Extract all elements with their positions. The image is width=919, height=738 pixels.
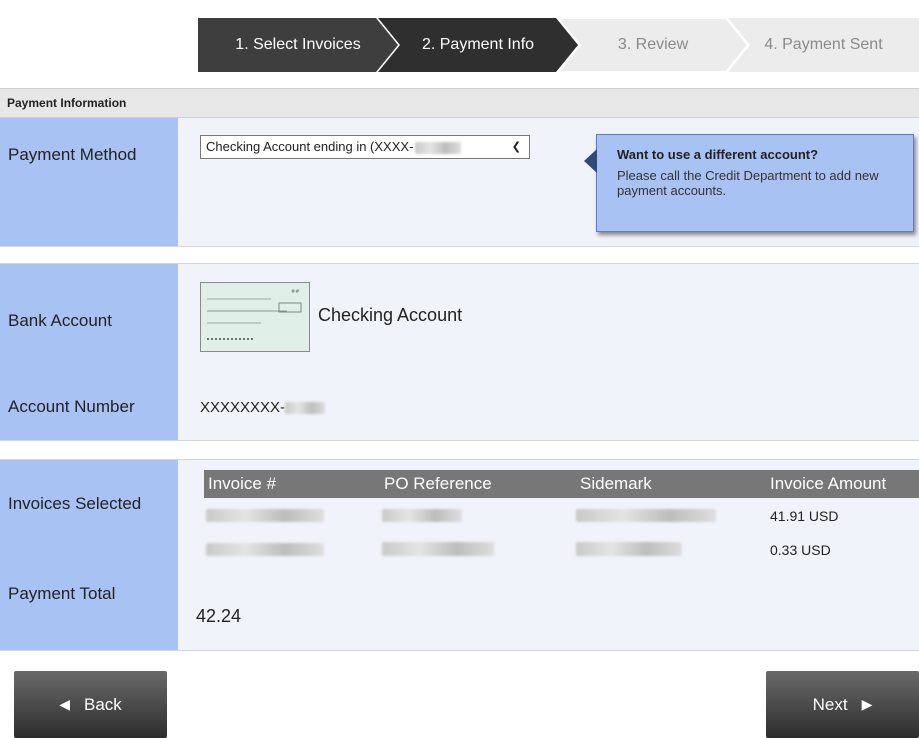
bank-account-label: Bank Account bbox=[8, 311, 112, 330]
step-payment-sent[interactable]: 4. Payment Sent bbox=[728, 18, 919, 72]
row-body-cell: Checking Account ending in (XXXX- ❮ Want… bbox=[178, 118, 919, 246]
divider bbox=[0, 650, 919, 671]
back-button-label: Back bbox=[83, 694, 122, 714]
redacted-digits bbox=[415, 141, 462, 154]
redacted-text bbox=[382, 542, 494, 557]
section-header: Payment Information bbox=[0, 88, 919, 118]
table-row-invoice-number bbox=[206, 540, 324, 556]
account-number-label: Account Number bbox=[8, 397, 135, 416]
column-header-po-reference: PO Reference bbox=[384, 474, 492, 493]
table-row-amount: 0.33 USD bbox=[770, 542, 831, 558]
table-row-po-reference bbox=[382, 506, 462, 522]
invoice-table-header: Invoice # PO Reference Sidemark Invoice … bbox=[204, 470, 919, 498]
redacted-text bbox=[206, 508, 324, 522]
row-label-cell: Account Number bbox=[0, 372, 178, 440]
table-row-amount: 41.91 USD bbox=[770, 508, 839, 524]
invoices-selected-label: Invoices Selected bbox=[8, 494, 142, 513]
redacted-digits bbox=[285, 402, 326, 415]
divider bbox=[0, 440, 919, 460]
check-image-icon: ## bbox=[200, 282, 310, 352]
redacted-text bbox=[576, 508, 716, 522]
back-button[interactable]: ◀ Back bbox=[14, 671, 167, 738]
step-label: 2. Payment Info bbox=[421, 36, 535, 53]
next-button[interactable]: Next ▶ bbox=[766, 671, 919, 738]
redacted-text bbox=[206, 542, 324, 556]
table-row-po-reference bbox=[382, 540, 494, 557]
step-label: 4. Payment Sent bbox=[764, 36, 883, 53]
bank-account-type: Checking Account bbox=[318, 305, 463, 325]
row-label-cell: Payment Method bbox=[0, 118, 178, 246]
payment-total-label: Payment Total bbox=[8, 584, 116, 603]
callout-text: Please call the Credit Department to add… bbox=[617, 168, 879, 198]
callout-title: Want to use a different account? bbox=[617, 147, 819, 162]
table-row-sidemark bbox=[576, 540, 682, 557]
step-label: 3. Review bbox=[617, 36, 689, 53]
invoices-row: Invoices Selected Payment Total Invoice … bbox=[0, 460, 919, 650]
column-header-sidemark: Sidemark bbox=[580, 474, 652, 493]
account-number-row: Account Number XXXXXXXX- bbox=[0, 372, 919, 440]
row-body-cell: ## Checking Account bbox=[178, 264, 919, 372]
account-number-value: XXXXXXXX- bbox=[200, 399, 326, 416]
different-account-callout: Want to use a different account? Please … bbox=[584, 134, 914, 232]
selected-value: Checking Account ending in (XXXX- bbox=[206, 139, 414, 154]
step-payment-info[interactable]: 2. Payment Info bbox=[378, 18, 578, 72]
step-select-invoices[interactable]: 1. Select Invoices bbox=[198, 18, 398, 72]
row-label-cell: Invoices Selected Payment Total bbox=[0, 460, 178, 650]
step-label: 1. Select Invoices bbox=[235, 36, 361, 53]
row-label-cell: Bank Account bbox=[0, 264, 178, 372]
progress-steps: 1. Select Invoices 2. Payment Info 3. Re… bbox=[0, 0, 919, 88]
row-body-cell: Invoice # PO Reference Sidemark Invoice … bbox=[178, 460, 919, 650]
column-header-invoice: Invoice # bbox=[208, 474, 277, 493]
next-button-label: Next bbox=[812, 694, 848, 714]
step-review[interactable]: 3. Review bbox=[558, 18, 748, 72]
account-number-prefix: XXXXXXXX- bbox=[200, 399, 286, 416]
bank-account-row: Bank Account ## Checking Account bbox=[0, 264, 919, 372]
triangle-right-icon: ▶ bbox=[861, 696, 873, 712]
redacted-text bbox=[382, 508, 462, 522]
payment-method-row: Payment Method Checking Account ending i… bbox=[0, 118, 919, 246]
triangle-left-icon: ◀ bbox=[59, 696, 70, 712]
payment-total-value: 42.24 bbox=[196, 606, 242, 626]
divider bbox=[0, 246, 919, 264]
table-row-sidemark bbox=[576, 506, 716, 522]
payment-method-select[interactable]: Checking Account ending in (XXXX- ❮ bbox=[200, 135, 530, 159]
column-header-invoice-amount: Invoice Amount bbox=[770, 474, 887, 493]
row-body-cell: XXXXXXXX- bbox=[178, 372, 919, 440]
payment-method-label: Payment Method bbox=[8, 145, 137, 164]
chevron-down-icon: ❮ bbox=[511, 141, 521, 153]
callout-pointer bbox=[584, 149, 597, 173]
redacted-text bbox=[576, 542, 682, 557]
svg-text:##: ## bbox=[291, 289, 299, 295]
table-row-invoice-number bbox=[206, 506, 324, 522]
